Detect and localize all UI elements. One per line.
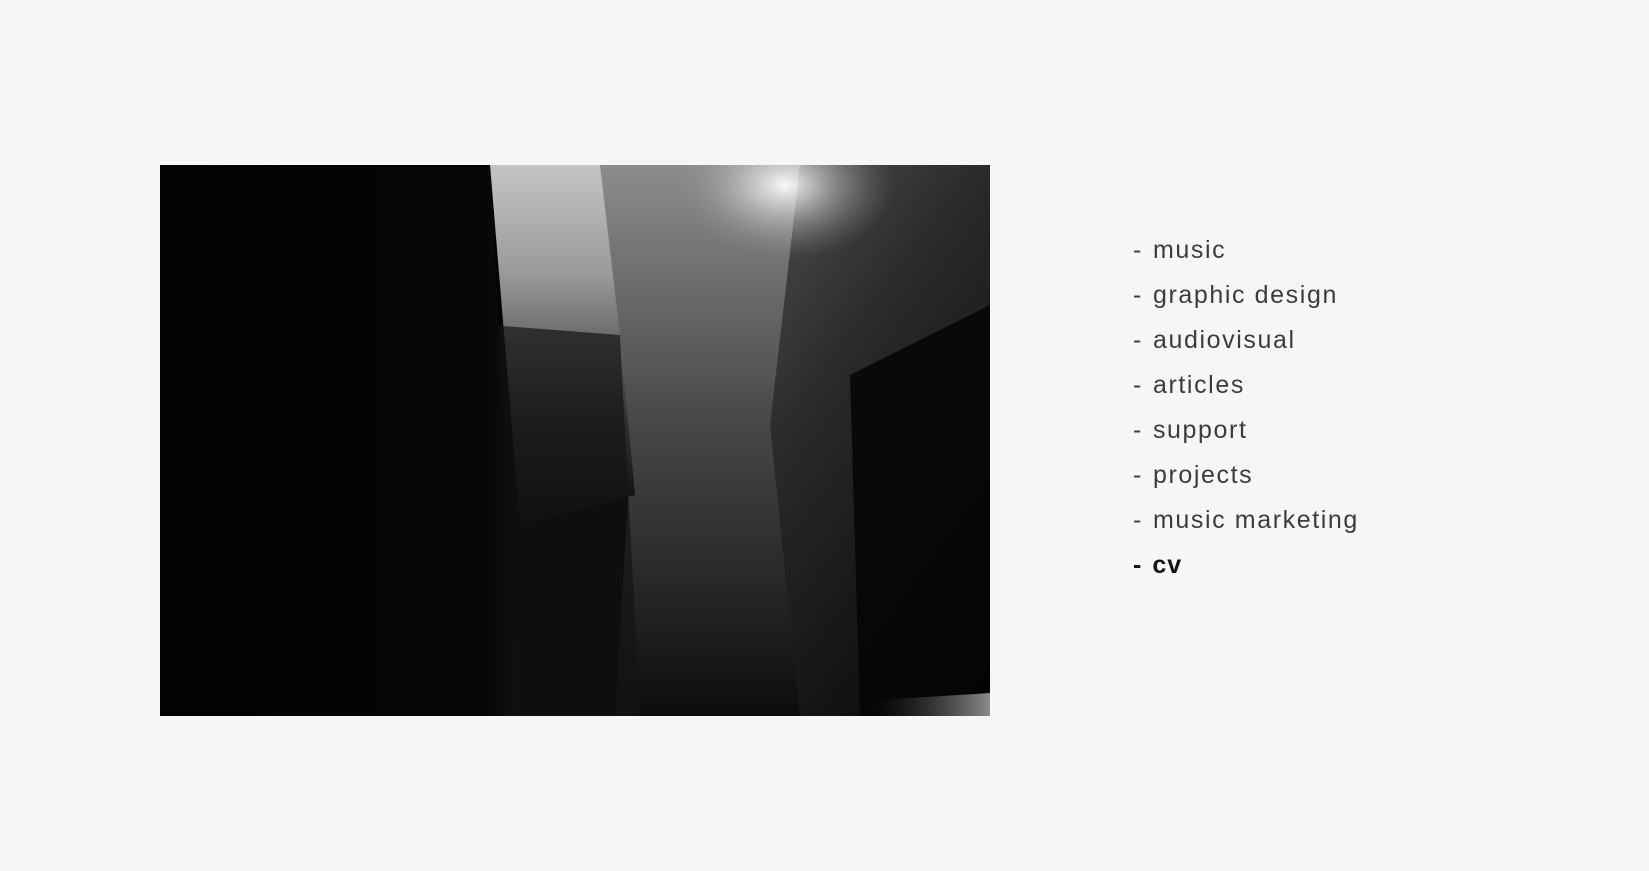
- nav-item-prefix: -: [1133, 326, 1143, 354]
- nav-item-projects[interactable]: - projects: [1133, 453, 1359, 498]
- nav-item-label: music: [1152, 236, 1227, 264]
- nav-item-prefix: -: [1133, 416, 1143, 444]
- nav-item-prefix: -: [1133, 236, 1143, 264]
- hero-photo: [160, 165, 990, 716]
- nav-item-music[interactable]: - music: [1133, 228, 1359, 273]
- nav-item-prefix: -: [1133, 506, 1143, 534]
- nav-item-cv[interactable]: - cv: [1133, 543, 1359, 588]
- nav-item-prefix: -: [1133, 551, 1143, 579]
- nav-item-prefix: -: [1133, 461, 1143, 489]
- nav-item-prefix: -: [1133, 281, 1143, 309]
- nav-item-articles[interactable]: - articles: [1133, 363, 1359, 408]
- nav-item-label: graphic design: [1152, 281, 1338, 309]
- nav-item-label: support: [1152, 416, 1248, 444]
- main-nav: - music - graphic design - audiovisual - art…: [1133, 228, 1359, 588]
- nav-item-graphic-design[interactable]: - graphic design: [1133, 273, 1359, 318]
- nav-item-audiovisual[interactable]: - audiovisual: [1133, 318, 1359, 363]
- nav-item-music-marketing[interactable]: - music marketing: [1133, 498, 1359, 543]
- page: - music - graphic design - audiovisual - art…: [0, 0, 1649, 871]
- nav-item-label: audiovisual: [1152, 326, 1296, 354]
- nav-item-label: cv: [1152, 551, 1183, 579]
- nav-item-support[interactable]: - support: [1133, 408, 1359, 453]
- nav-item-label: articles: [1152, 371, 1245, 399]
- nav-item-label: music marketing: [1152, 506, 1359, 534]
- nav-item-label: projects: [1152, 461, 1254, 489]
- nav-item-prefix: -: [1133, 371, 1143, 399]
